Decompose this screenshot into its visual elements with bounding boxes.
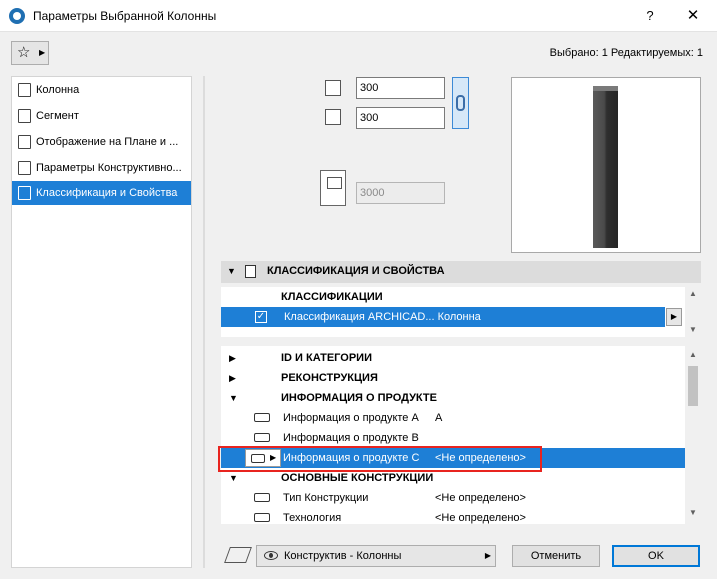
classification-row[interactable]: ✓ Классификация ARCHICAD... Колонна: [221, 307, 665, 327]
classification-menu-button[interactable]: ▶: [666, 308, 682, 326]
column-icon: [18, 83, 31, 97]
document-icon: [245, 265, 256, 278]
window-title: Параметры Выбранной Колонны: [33, 9, 217, 23]
sidebar-item-plan-display[interactable]: Отображение на Плане и ...: [12, 130, 191, 154]
property-icon: [254, 513, 270, 522]
group-label: ИНФОРМАЦИЯ О ПРОДУКТЕ: [281, 392, 437, 404]
scrollbar[interactable]: ▲ ▼: [685, 346, 701, 524]
plan-display-icon: [18, 135, 31, 149]
favorites-button[interactable]: ☆ ▶: [11, 41, 49, 65]
panel-sidebar: Колонна Сегмент Отображение на Плане и .…: [11, 76, 192, 568]
structural-params-icon: [18, 161, 31, 175]
column-3d-model: [593, 86, 618, 248]
property-name: Информация о продукте В: [283, 432, 419, 444]
chain-link-icon: [456, 95, 465, 111]
layer-dropdown[interactable]: Конструктив - Колонны ▶: [256, 545, 496, 567]
sidebar-item-label: Отображение на Плане и ...: [36, 136, 179, 148]
group-label: ID И КАТЕГОРИИ: [281, 352, 372, 364]
subheader-label: КЛАССИФИКАЦИИ: [281, 291, 383, 303]
scroll-thumb[interactable]: [688, 366, 698, 406]
selection-count: Выбрано: 1 Редактируемых: 1: [549, 47, 703, 59]
chevron-right-icon: ▶: [39, 48, 46, 57]
depth-input[interactable]: 300: [356, 107, 445, 129]
footer-bar: Конструктив - Колонны ▶ Отменить OK: [205, 534, 717, 579]
scroll-up-icon[interactable]: ▲: [685, 287, 701, 301]
height-input: 3000: [356, 182, 445, 204]
property-value[interactable]: А: [435, 408, 442, 428]
classification-label: Классификация ARCHICAD... Колонна: [284, 311, 481, 323]
property-icon: [254, 413, 270, 422]
property-row[interactable]: Тип Конструкции <Не определено>: [221, 488, 685, 508]
link-dimensions-button[interactable]: [452, 77, 469, 129]
scroll-down-icon[interactable]: ▼: [685, 323, 701, 337]
property-row[interactable]: Технология <Не определено>: [221, 508, 685, 524]
3d-preview[interactable]: [511, 77, 701, 253]
divider: [203, 76, 205, 568]
property-name: Технология: [283, 512, 342, 524]
eye-icon: [264, 551, 278, 560]
scroll-down-icon[interactable]: ▼: [685, 506, 701, 520]
sidebar-item-structural-params[interactable]: Параметры Конструктивно...: [12, 156, 191, 180]
section-header-classification[interactable]: ▼ КЛАССИФИКАЦИЯ И СВОЙСТВА: [221, 261, 701, 283]
chevron-right-icon: ▶: [484, 551, 491, 560]
checkbox[interactable]: ✓: [255, 311, 267, 323]
sidebar-item-label: Колонна: [36, 84, 80, 96]
sidebar-item-column[interactable]: Колонна: [12, 78, 191, 102]
archicad-app-icon: [9, 8, 25, 24]
sidebar-item-label: Сегмент: [36, 110, 79, 122]
column-height-icon: [320, 170, 346, 206]
group-row-renovation[interactable]: ▶ РЕКОНСТРУКЦИЯ: [221, 368, 685, 388]
scroll-up-icon[interactable]: ▲: [685, 348, 701, 362]
star-icon: ☆: [17, 44, 31, 61]
ok-button[interactable]: OK: [612, 545, 700, 567]
property-value[interactable]: <Не определено>: [435, 508, 526, 524]
width-dimension-icon: [325, 80, 341, 96]
highlight-box: [218, 446, 542, 472]
expand-triangle-icon: ▶: [229, 353, 236, 363]
properties-panel: ▶ ID И КАТЕГОРИИ ▶ РЕКОНСТРУКЦИЯ ▼ ИНФОР…: [221, 346, 701, 524]
property-name: Информация о продукте А: [283, 412, 419, 424]
property-row[interactable]: Информация о продукте В: [221, 428, 685, 448]
classifications-subheader: КЛАССИФИКАЦИИ: [221, 287, 685, 307]
title-bar: Параметры Выбранной Колонны ? ✕: [0, 0, 717, 32]
sidebar-item-label: Параметры Конструктивно...: [36, 162, 182, 174]
cancel-button[interactable]: Отменить: [512, 545, 600, 567]
scrollbar[interactable]: ▲ ▼: [685, 287, 701, 337]
property-value[interactable]: <Не определено>: [435, 488, 526, 508]
property-icon: [254, 433, 270, 442]
group-row-product-info[interactable]: ▼ ИНФОРМАЦИЯ О ПРОДУКТЕ: [221, 388, 685, 408]
close-button[interactable]: ✕: [683, 6, 703, 26]
collapse-triangle-icon: ▼: [227, 266, 236, 276]
property-icon: [254, 493, 270, 502]
classifications-panel: КЛАССИФИКАЦИИ ✓ Классификация ARCHICAD..…: [221, 287, 701, 337]
segment-icon: [18, 109, 31, 123]
expand-triangle-icon: ▶: [229, 373, 236, 383]
section-title: КЛАССИФИКАЦИЯ И СВОЙСТВА: [267, 265, 445, 277]
sidebar-item-label: Классификация и Свойства: [36, 187, 178, 199]
layer-label: Конструктив - Колонны: [284, 550, 402, 562]
group-row-id[interactable]: ▶ ID И КАТЕГОРИИ: [221, 348, 685, 368]
sidebar-item-segment[interactable]: Сегмент: [12, 104, 191, 128]
help-button[interactable]: ?: [640, 6, 660, 26]
classification-icon: [18, 186, 31, 200]
property-name: Тип Конструкции: [283, 492, 369, 504]
layer-icon: [224, 547, 252, 563]
property-row[interactable]: Информация о продукте А А: [221, 408, 685, 428]
depth-dimension-icon: [325, 109, 341, 125]
sidebar-item-classification[interactable]: Классификация и Свойства: [12, 181, 191, 205]
width-input[interactable]: 300: [356, 77, 445, 99]
group-label: РЕКОНСТРУКЦИЯ: [281, 372, 378, 384]
collapse-triangle-icon: ▼: [229, 393, 238, 403]
